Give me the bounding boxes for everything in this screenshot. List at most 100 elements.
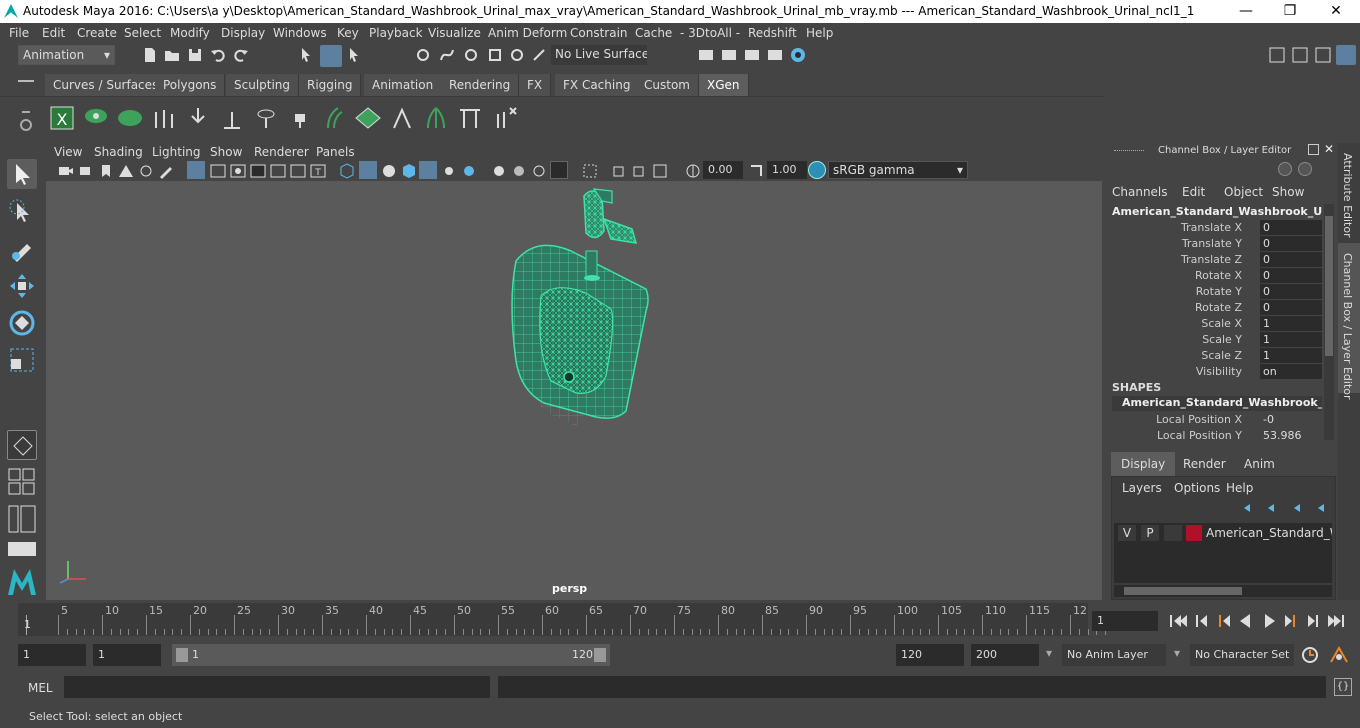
auto-key-icon[interactable] xyxy=(1300,645,1320,665)
shape-local-position-x[interactable]: Local Position X -0 xyxy=(1108,412,1322,428)
make-live-icon[interactable] xyxy=(530,46,548,64)
step-back-frame-icon[interactable] xyxy=(1196,615,1207,627)
shelf-tab-fx-caching[interactable]: FX Caching xyxy=(555,74,640,96)
select-object-mode-button[interactable] xyxy=(320,45,342,67)
paint-select-tool-button[interactable] xyxy=(7,234,37,264)
channel-scale-z[interactable]: Scale Z 1 xyxy=(1108,348,1322,364)
menu-constrain[interactable]: Constrain xyxy=(570,26,628,40)
use-all-lights-button[interactable] xyxy=(419,161,437,179)
panel-menu-view[interactable]: View xyxy=(54,145,82,159)
shelf-tab-curves-surfaces[interactable]: Curves / Surfaces xyxy=(45,74,168,96)
snap-point-icon[interactable] xyxy=(462,46,480,64)
channel-value[interactable]: 0 xyxy=(1260,268,1322,283)
scrollbar-thumb[interactable] xyxy=(1325,216,1333,356)
channel-value[interactable]: 0 xyxy=(1260,236,1322,251)
menu-create[interactable]: Create xyxy=(77,26,117,40)
xgen-sculpt-guides-icon[interactable] xyxy=(320,104,348,132)
scrollbar-thumb[interactable] xyxy=(1124,587,1242,595)
xgen-select-guides-icon[interactable] xyxy=(422,104,450,132)
exposure-field[interactable]: 0.00 xyxy=(703,161,743,179)
smooth-shade-button[interactable] xyxy=(359,161,377,179)
menu-anim-deform[interactable]: Anim Deform xyxy=(488,26,567,40)
channel-value[interactable]: 0 xyxy=(1260,300,1322,315)
camera-lock-icon[interactable] xyxy=(77,162,95,180)
xgen-preview-icon[interactable] xyxy=(82,104,110,132)
view-transform-toggle[interactable] xyxy=(808,161,826,179)
cb-menu-show[interactable]: Show xyxy=(1272,185,1304,199)
snap-curve-icon[interactable] xyxy=(438,46,456,64)
menu-playback[interactable]: Playback xyxy=(369,26,423,40)
redo-icon[interactable] xyxy=(232,46,250,64)
channel-scale-y[interactable]: Scale Y 1 xyxy=(1108,332,1322,348)
menu-select[interactable]: Select xyxy=(124,26,161,40)
layer-tab-render[interactable]: Render xyxy=(1173,452,1236,476)
grease-pencil-icon[interactable] xyxy=(157,162,175,180)
save-scene-icon[interactable] xyxy=(186,46,204,64)
channel-box-layer-editor-tab[interactable]: Channel Box / Layer Editor xyxy=(1341,253,1354,400)
shape-local-position-y[interactable]: Local Position Y 53.986 xyxy=(1108,428,1322,444)
layer-menu-layers[interactable]: Layers xyxy=(1122,481,1162,495)
attribute-editor-tab[interactable]: Attribute Editor xyxy=(1341,153,1354,238)
xgen-rebuild-icon[interactable] xyxy=(388,104,416,132)
render-frame-icon[interactable] xyxy=(720,46,738,64)
shelf-menu-icon[interactable] xyxy=(18,80,34,82)
range-slider[interactable]: 1 120 xyxy=(172,644,610,666)
layer-color-swatch[interactable] xyxy=(1186,525,1202,541)
channel-value[interactable]: 1 xyxy=(1260,332,1322,347)
gamma-icon[interactable] xyxy=(747,162,765,180)
channel-value[interactable]: 0 xyxy=(1260,252,1322,267)
channel-value[interactable]: 0 xyxy=(1260,284,1322,299)
layer-tab-display[interactable]: Display xyxy=(1111,452,1176,476)
menu-file[interactable]: File xyxy=(9,26,29,40)
menu-visualize[interactable]: Visualize xyxy=(428,26,481,40)
go-to-end-icon[interactable] xyxy=(1328,615,1344,627)
xgen-editor-icon[interactable]: X xyxy=(48,104,76,132)
menu-edit[interactable]: Edit xyxy=(42,26,65,40)
select-hierarchy-icon[interactable] xyxy=(298,46,316,64)
maximize-button[interactable]: ❐ xyxy=(1270,2,1310,21)
time-slider[interactable]: 1 5 10 15 20 25 30 35 40 45 50 55 60 65 70 75 80 85 90 95 1… xyxy=(18,603,1107,636)
isolate-select-icon[interactable] xyxy=(581,162,599,180)
cb-menu-object[interactable]: Object xyxy=(1224,185,1263,199)
channel-value[interactable]: 1 xyxy=(1260,348,1322,363)
xgen-bake-icon[interactable] xyxy=(456,104,484,132)
menu-3dtoall[interactable]: - 3DtoAll - xyxy=(680,26,740,40)
select-tool-button[interactable] xyxy=(7,159,37,189)
four-view-layout-button[interactable] xyxy=(8,468,36,496)
character-set-dropdown[interactable]: No Character Set xyxy=(1190,644,1294,666)
image-plane-icon[interactable] xyxy=(117,162,135,180)
animation-preferences-icon[interactable] xyxy=(1328,645,1350,665)
channel-value[interactable]: 0 xyxy=(1260,220,1322,235)
speed-icon[interactable] xyxy=(1298,162,1312,176)
channel-value[interactable]: 1 xyxy=(1260,316,1322,331)
xgen-lock-guides-icon[interactable] xyxy=(286,104,314,132)
shelf-tab-fx[interactable]: FX xyxy=(519,74,552,96)
shelf-tab-rigging[interactable]: Rigging xyxy=(299,74,362,96)
layer-menu-help[interactable]: Help xyxy=(1226,481,1253,495)
safe-title-icon[interactable]: T xyxy=(309,162,327,180)
layer-horizontal-scrollbar[interactable] xyxy=(1114,585,1332,597)
anim-layer-dropdown[interactable]: No Anim Layer xyxy=(1062,644,1166,666)
layer-display-type-toggle[interactable] xyxy=(1164,525,1182,541)
open-scene-icon[interactable] xyxy=(163,46,181,64)
resolution-gate-icon[interactable] xyxy=(229,162,247,180)
depth-of-field-icon[interactable] xyxy=(530,162,548,180)
motion-blur-icon[interactable] xyxy=(490,162,508,180)
snap-grid-icon[interactable] xyxy=(414,46,432,64)
xgen-add-guides-icon[interactable] xyxy=(150,104,178,132)
camera-attributes-icon[interactable] xyxy=(56,162,74,180)
xray-toggle-button[interactable] xyxy=(550,161,568,179)
shelf-collapse-icon[interactable] xyxy=(22,111,30,113)
close-panel-icon[interactable]: ✕ xyxy=(1324,142,1334,156)
animation-end-field[interactable]: 200 xyxy=(971,644,1039,666)
xgen-place-guides-icon[interactable] xyxy=(184,104,212,132)
manipulator-icon[interactable] xyxy=(1278,162,1292,176)
step-back-key-icon[interactable] xyxy=(1219,615,1230,627)
float-panel-icon[interactable] xyxy=(1308,144,1319,155)
hypershade-icon[interactable] xyxy=(789,46,807,64)
current-frame-field[interactable]: 1 xyxy=(1092,611,1158,631)
safe-action-icon[interactable] xyxy=(289,162,307,180)
shadows-icon[interactable] xyxy=(440,162,458,180)
playback-end-field[interactable]: 120 xyxy=(896,644,964,666)
channel-value[interactable]: -0 xyxy=(1260,412,1322,427)
